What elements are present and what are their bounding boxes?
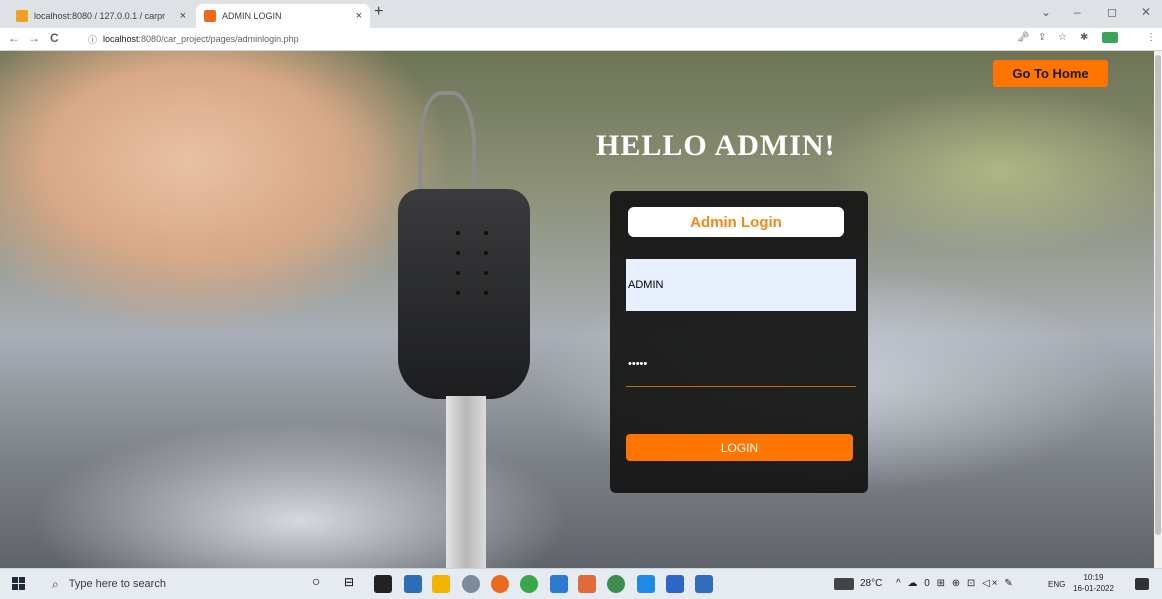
store-app-icon[interactable] — [374, 575, 392, 593]
firefox-icon[interactable] — [491, 575, 509, 593]
system-tray-icons[interactable]: ^ ☁ 0 ⊞ ⊕ ⊡ ◁× ✎ — [896, 578, 1015, 589]
browser-toolbar: ← → C ⓘ localhost :8080/car_project/page… — [0, 28, 1162, 51]
photos-icon[interactable] — [695, 575, 713, 593]
file-explorer-icon[interactable] — [432, 575, 450, 593]
browser-menu-icon[interactable]: ⋮ — [1146, 32, 1156, 43]
bookmark-star-icon[interactable]: ☆ — [1058, 32, 1067, 43]
windows-start-icon[interactable] — [12, 577, 25, 590]
vscode-icon[interactable] — [550, 575, 568, 593]
xampp-icon[interactable] — [578, 575, 596, 593]
site-favicon-icon — [204, 10, 216, 22]
search-icon: ⌕ — [52, 576, 59, 591]
search-placeholder: Type here to search — [68, 578, 166, 590]
chrome-profile-icon[interactable] — [607, 575, 625, 593]
extensions-icon[interactable]: ✱ — [1080, 32, 1088, 43]
address-bar[interactable]: ⓘ localhost :8080/car_project/pages/admi… — [88, 30, 993, 48]
tab-phpmyadmin[interactable]: localhost:8080 / 127.0.0.1 / carpr × — [8, 4, 194, 28]
cortana-icon[interactable]: ○ — [312, 573, 330, 591]
password-input[interactable] — [626, 341, 856, 387]
clock-date: 16-01-2022 — [1073, 584, 1114, 593]
chrome-icon[interactable] — [520, 575, 538, 593]
key-blade-image — [446, 396, 486, 568]
site-info-icon[interactable]: ⓘ — [88, 33, 97, 46]
profile-avatar-icon[interactable] — [1102, 32, 1118, 43]
taskbar-clock[interactable]: 10:19 16-01-2022 — [1073, 572, 1114, 594]
login-button[interactable]: LOGIN — [626, 434, 853, 461]
close-tab-icon[interactable]: × — [180, 10, 186, 22]
word-icon[interactable] — [666, 575, 684, 593]
page-heading: HELLO ADMIN! — [596, 129, 836, 162]
url-host: localhost — [103, 34, 139, 44]
scrollbar-thumb[interactable] — [1155, 55, 1161, 535]
page-scrollbar[interactable] — [1154, 51, 1162, 568]
tab-title: localhost:8080 / 127.0.0.1 / carpr — [34, 11, 166, 21]
window-close-button[interactable]: ✕ — [1141, 5, 1151, 19]
back-button[interactable]: ← — [8, 31, 20, 45]
minimize-button[interactable]: – — [1074, 5, 1081, 19]
clock-time: 10:19 — [1083, 573, 1104, 582]
maximize-button[interactable]: ◻ — [1107, 5, 1117, 19]
page-viewport: Go To Home HELLO ADMIN! Admin Login LOGI… — [0, 51, 1154, 568]
notifications-icon[interactable] — [1135, 578, 1149, 590]
url-path: :8080/car_project/pages/adminlogin.php — [138, 34, 299, 44]
tab-title: ADMIN LOGIN — [222, 11, 282, 21]
settings-gear-icon[interactable] — [462, 575, 480, 593]
reload-button[interactable]: C — [50, 31, 59, 45]
mail-app-icon[interactable] — [404, 575, 422, 593]
password-key-icon[interactable]: 🗝 — [1017, 32, 1030, 43]
tab-search-icon[interactable]: ⌄ — [1041, 5, 1051, 19]
new-tab-button[interactable]: + — [374, 3, 383, 21]
close-tab-icon[interactable]: × — [356, 10, 362, 22]
weather-temperature[interactable]: 28°C — [860, 578, 882, 589]
windows-taskbar: ⌕ Type here to search ○ ⊟ 28°C ^ ☁ 0 ⊞ ⊕… — [0, 568, 1162, 599]
car-key-fob-image — [398, 189, 530, 399]
app-icon[interactable] — [637, 575, 655, 593]
tab-admin-login[interactable]: ADMIN LOGIN × — [196, 4, 370, 28]
language-indicator[interactable]: ENG — [1048, 580, 1065, 589]
share-icon[interactable]: ⇪ — [1038, 32, 1046, 43]
forward-button[interactable]: → — [28, 31, 40, 45]
task-view-icon[interactable]: ⊟ — [344, 575, 362, 593]
browser-tab-bar: localhost:8080 / 127.0.0.1 / carpr × ADM… — [0, 0, 1162, 28]
phpmyadmin-favicon-icon — [16, 10, 28, 22]
admin-login-card: Admin Login LOGIN — [610, 191, 868, 493]
login-card-title: Admin Login — [628, 207, 844, 237]
go-to-home-button[interactable]: Go To Home — [993, 60, 1108, 87]
taskbar-search-box[interactable]: ⌕ Type here to search — [40, 569, 295, 599]
username-input[interactable] — [626, 259, 856, 311]
weather-icon[interactable] — [834, 578, 854, 590]
